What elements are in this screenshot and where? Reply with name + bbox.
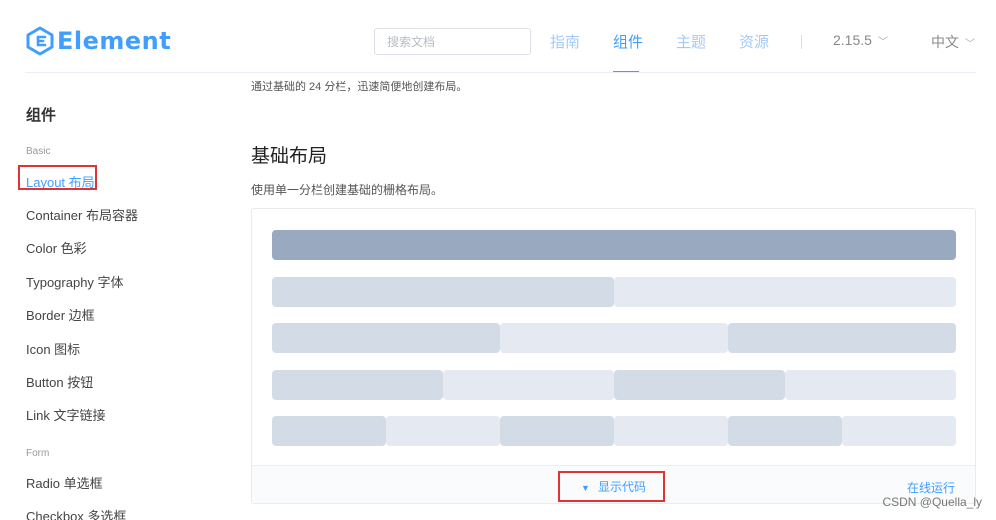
sidebar-title: 组件	[26, 107, 57, 124]
sidebar-item-checkbox[interactable]: Checkbox 多选框	[26, 506, 126, 520]
watermark: CSDN @Quella_ly	[882, 495, 982, 509]
chevron-down-icon: ﹀	[877, 37, 888, 48]
grid-col	[443, 369, 614, 400]
grid-col	[272, 416, 386, 446]
language-select[interactable]: 中文 ﹀	[931, 32, 975, 52]
chevron-down-icon: ﹀	[965, 39, 975, 50]
nav-guide[interactable]: 指南	[550, 31, 580, 52]
sidebar-item-container[interactable]: Container 布局容器	[26, 205, 138, 224]
grid-row	[272, 230, 956, 260]
sidebar-group-form: Form	[26, 448, 50, 459]
grid-col	[785, 369, 956, 400]
sidebar-item-radio[interactable]: Radio 单选框	[26, 473, 103, 492]
logo-text: Element	[57, 27, 172, 55]
grid-col	[386, 416, 500, 446]
grid-col	[614, 276, 956, 307]
nav-component[interactable]: 组件	[613, 31, 643, 52]
grid-row	[272, 369, 956, 400]
highlight-box-layout	[18, 165, 97, 190]
grid-col	[272, 230, 956, 260]
element-logo-icon	[26, 26, 54, 56]
grid-col	[614, 416, 728, 446]
sidebar-group-basic: Basic	[26, 146, 51, 157]
grid-row	[272, 323, 956, 353]
grid-col	[272, 323, 500, 353]
run-online-link[interactable]: 在线运行	[907, 479, 955, 496]
language-value: 中文	[931, 34, 959, 50]
grid-col	[842, 416, 956, 446]
grid-col	[272, 276, 614, 307]
grid-col	[500, 416, 614, 446]
search-input[interactable]	[374, 28, 531, 55]
sidebar-item-button[interactable]: Button 按钮	[26, 372, 93, 391]
nav-theme[interactable]: 主题	[676, 31, 706, 52]
sidebar-item-icon[interactable]: Icon 图标	[26, 339, 80, 358]
grid-col	[614, 369, 785, 400]
logo[interactable]: Element	[25, 26, 171, 56]
demo-block: ▼ 显示代码 在线运行	[251, 208, 976, 504]
sidebar-item-color[interactable]: Color 色彩	[26, 238, 87, 257]
grid-col	[500, 323, 728, 353]
version-value: 2.15.5	[833, 32, 872, 48]
top-header: Element 指南 组件 主题 资源 2.15.5 ﹀ 中文 ﹀	[0, 0, 996, 73]
version-select[interactable]: 2.15.5 ﹀	[833, 32, 888, 48]
nav-divider	[801, 35, 802, 49]
grid-col	[728, 323, 956, 353]
grid-row	[272, 416, 956, 446]
grid-col	[272, 369, 443, 400]
nav-resource[interactable]: 资源	[739, 31, 769, 52]
intro-text: 通过基础的 24 分栏，迅速简便地创建布局。	[251, 81, 468, 93]
section-description: 使用单一分栏创建基础的栅格布局。	[251, 183, 444, 197]
sidebar-item-typography[interactable]: Typography 字体	[26, 272, 124, 291]
section-title: 基础布局	[251, 146, 328, 167]
grid-col	[728, 416, 842, 446]
highlight-box-show-code	[558, 471, 665, 502]
sidebar-item-link[interactable]: Link 文字链接	[26, 405, 105, 424]
grid-row	[272, 276, 956, 307]
sidebar-item-border[interactable]: Border 边框	[26, 305, 95, 324]
header-divider	[25, 72, 976, 73]
